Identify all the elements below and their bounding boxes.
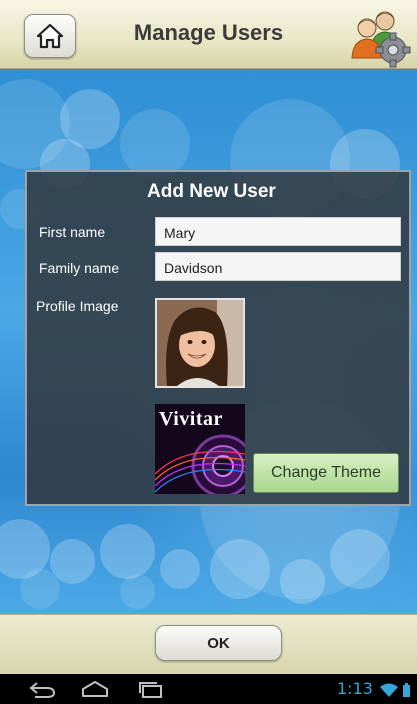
add-user-dialog: Add New User First name Mary Family name… — [25, 170, 411, 506]
first-name-label: First name — [39, 224, 106, 240]
home-nav-icon[interactable] — [80, 680, 110, 698]
ok-button[interactable]: OK — [155, 625, 282, 661]
profile-photo[interactable] — [155, 298, 245, 388]
theme-brand-text: Vivitar — [159, 408, 223, 430]
profile-image-label: Profile Image — [36, 298, 119, 314]
manage-users-icon[interactable] — [345, 6, 411, 68]
status-clock: 1:13 — [337, 679, 373, 698]
app-header: Manage Users — [0, 0, 417, 69]
change-theme-button[interactable]: Change Theme — [253, 453, 399, 493]
recent-apps-icon[interactable] — [136, 680, 166, 698]
family-name-label: Family name — [39, 260, 120, 276]
back-icon[interactable] — [27, 680, 57, 698]
theme-thumbnail[interactable]: Vivitar — [155, 404, 245, 494]
dialog-title: Add New User — [147, 181, 276, 202]
footer-bar: OK — [0, 614, 417, 675]
first-name-field[interactable]: Mary — [155, 217, 401, 246]
system-navigation-bar: 1:13 — [0, 674, 417, 704]
wifi-battery-icon — [380, 683, 410, 697]
app-screen: Manage Users Add New User First name Mar… — [0, 0, 417, 704]
girl-portrait-image — [157, 300, 243, 386]
family-name-field[interactable]: Davidson — [155, 252, 401, 281]
